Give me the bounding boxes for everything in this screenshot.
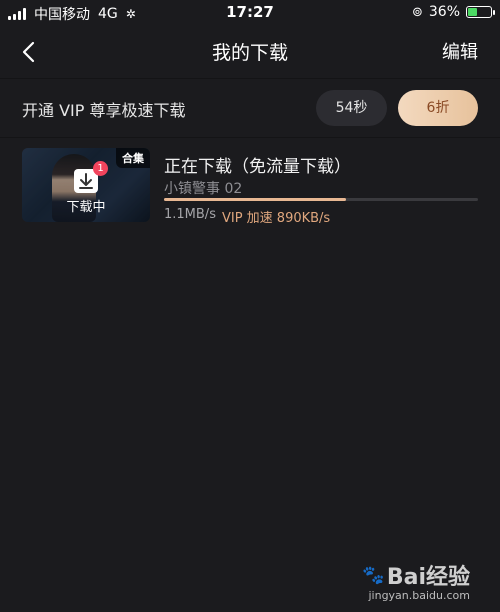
video-thumbnail: 合集 1 下载中 bbox=[22, 148, 150, 222]
collection-tag: 合集 bbox=[116, 148, 150, 168]
page-title: 我的下载 bbox=[211, 42, 288, 64]
paw-icon: 🐾 bbox=[362, 564, 385, 586]
battery-percent: 36% bbox=[428, 4, 460, 20]
count-badge: 1 bbox=[93, 161, 108, 176]
vip-promo-text: 开通 VIP 尊享极速下载 bbox=[22, 101, 186, 120]
vip-banner: 开通 VIP 尊享极速下载 54秒 6折 bbox=[0, 78, 500, 138]
watermark-url: jingyan.baidu.com bbox=[368, 589, 470, 602]
status-bar: 中国移动 4G ✲ 17:27 ⊚ 36% bbox=[0, 0, 500, 26]
vip-boost-speed: VIP 加速 890KB/s bbox=[221, 211, 331, 226]
edit-button[interactable]: 编辑 bbox=[442, 38, 478, 64]
battery-icon bbox=[466, 6, 495, 18]
nav-bar: 我的下载 编辑 bbox=[0, 26, 500, 78]
orientation-lock-icon: ⊚ bbox=[411, 4, 423, 20]
downloading-label: 下载中 bbox=[66, 200, 106, 215]
progress-fill bbox=[164, 198, 347, 201]
watermark: 🐾 Bai经验 jingyan.baidu.com bbox=[362, 559, 470, 603]
watermark-brand: Bai经验 bbox=[386, 565, 470, 590]
episode-name: 小镇警事 02 bbox=[164, 181, 243, 197]
time-remaining-button[interactable]: 54秒 bbox=[316, 90, 387, 126]
download-progress-bar bbox=[164, 198, 478, 201]
download-title: 正在下载（免流量下载） bbox=[164, 157, 351, 177]
download-speed: 1.1MB/s bbox=[164, 207, 216, 222]
discount-button[interactable]: 6折 bbox=[398, 90, 478, 126]
download-item[interactable]: 合集 1 下载中 正在下载（免流量下载） 小镇警事 02 1.1MB/s VIP… bbox=[0, 148, 500, 226]
